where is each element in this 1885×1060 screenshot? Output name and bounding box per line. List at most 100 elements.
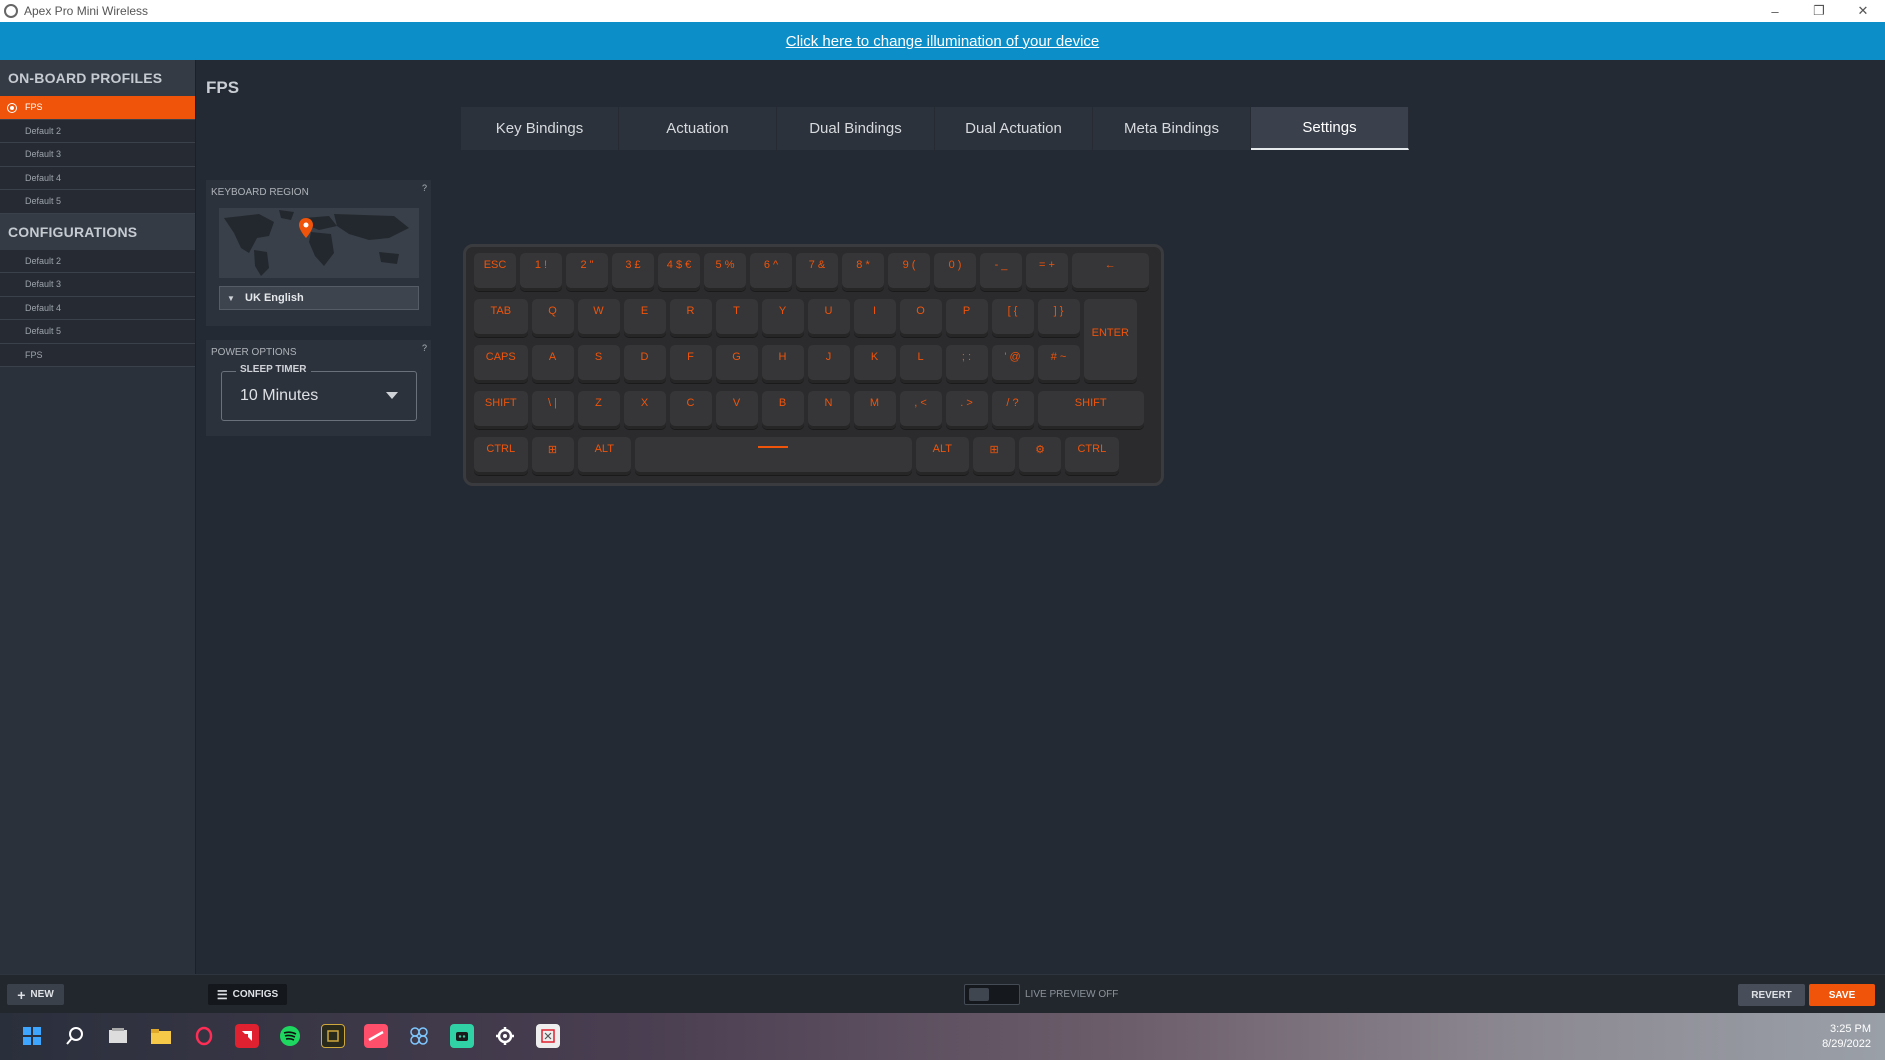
key-0-0[interactable]: ESC (474, 253, 516, 291)
key-3-12[interactable]: SHIFT (1037, 391, 1144, 429)
key-1-7[interactable]: U (807, 299, 850, 337)
key-1-1[interactable]: Q (531, 299, 574, 337)
key-3-1[interactable]: \ | (531, 391, 574, 429)
key-1-3[interactable]: E (623, 299, 666, 337)
profile-item-default-3[interactable]: Default 3 (0, 143, 195, 167)
world-map[interactable] (219, 208, 419, 278)
config-item-default-4[interactable]: Default 4 (0, 296, 195, 320)
key-3-9[interactable]: , < (899, 391, 942, 429)
profile-item-default-5[interactable]: Default 5 (0, 190, 195, 214)
sleep-timer-select[interactable]: SLEEP TIMER 10 Minutes (221, 364, 417, 421)
key-3-10[interactable]: . > (945, 391, 988, 429)
close-button[interactable]: ✕ (1841, 0, 1885, 22)
key-1-2[interactable]: W (577, 299, 620, 337)
key-0-2[interactable]: 2 " (566, 253, 608, 291)
help-icon[interactable]: ? (422, 183, 427, 193)
tab-actuation[interactable]: Actuation (619, 107, 777, 150)
key-0-7[interactable]: 7 & (796, 253, 838, 291)
key-3-7[interactable]: N (807, 391, 850, 429)
key-3-4[interactable]: C (669, 391, 712, 429)
config-item-default-5[interactable]: Default 5 (0, 320, 195, 344)
profile-item-default-4[interactable]: Default 4 (0, 166, 195, 190)
key-0-11[interactable]: - _ (980, 253, 1022, 291)
region-dropdown[interactable]: ▼ UK English (219, 286, 419, 310)
key-0-4[interactable]: 4 $ € (658, 253, 700, 291)
key-3-6[interactable]: B (761, 391, 804, 429)
key-2-12[interactable]: # ~ (1037, 345, 1080, 383)
key-4-2[interactable]: ALT (577, 437, 631, 475)
key-2-8[interactable]: K (853, 345, 896, 383)
app-icon[interactable] (321, 1024, 345, 1048)
tab-settings[interactable]: Settings (1251, 107, 1409, 150)
key-0-6[interactable]: 6 ^ (750, 253, 792, 291)
key-4-7[interactable]: CTRL (1065, 437, 1119, 475)
live-preview-toggle[interactable] (964, 984, 1020, 1005)
profile-item-default-2[interactable]: Default 2 (0, 119, 195, 143)
tab-dual-bindings[interactable]: Dual Bindings (777, 107, 935, 150)
search-icon[interactable] (63, 1024, 87, 1048)
app-icon[interactable] (364, 1024, 388, 1048)
config-item-fps[interactable]: FPS (0, 343, 195, 367)
key-3-5[interactable]: V (715, 391, 758, 429)
save-button[interactable]: SAVE (1809, 984, 1875, 1006)
key-0-10[interactable]: 0 ) (934, 253, 976, 291)
snipping-tool-icon[interactable] (536, 1024, 560, 1048)
task-view-icon[interactable] (106, 1024, 130, 1048)
key-2-4[interactable]: F (669, 345, 712, 383)
key-2-3[interactable]: D (623, 345, 666, 383)
revert-button[interactable]: REVERT (1738, 984, 1805, 1006)
key-0-3[interactable]: 3 £ (612, 253, 654, 291)
key-0-1[interactable]: 1 ! (520, 253, 562, 291)
config-item-default-3[interactable]: Default 3 (0, 273, 195, 297)
key-3-0[interactable]: SHIFT (474, 391, 528, 429)
opera-gx-icon[interactable] (192, 1024, 216, 1048)
config-item-default-2[interactable]: Default 2 (0, 249, 195, 273)
minimize-button[interactable]: – (1753, 0, 1797, 22)
key-0-9[interactable]: 9 ( (888, 253, 930, 291)
change-illumination-link[interactable]: Click here to change illumination of you… (786, 33, 1100, 50)
key-4-3[interactable] (635, 437, 912, 475)
key-1-5[interactable]: T (715, 299, 758, 337)
amd-software-icon[interactable] (235, 1024, 259, 1048)
key-3-3[interactable]: X (623, 391, 666, 429)
key-1-12[interactable]: ] } (1037, 299, 1080, 337)
key-4-4[interactable]: ALT (915, 437, 970, 475)
key-2-6[interactable]: H (761, 345, 804, 383)
key-2-0[interactable]: CAPS (474, 345, 528, 383)
key-3-2[interactable]: Z (577, 391, 620, 429)
key-4-1[interactable]: ⊞ (531, 437, 574, 475)
key-0-8[interactable]: 8 * (842, 253, 884, 291)
key-1-8[interactable]: I (853, 299, 896, 337)
key-2-5[interactable]: G (715, 345, 758, 383)
steelseries-gg-icon[interactable] (493, 1024, 517, 1048)
profile-item-fps[interactable]: FPS (0, 96, 195, 120)
key-4-0[interactable]: CTRL (474, 437, 528, 475)
restore-button[interactable]: ❐ (1797, 0, 1841, 22)
key-1-6[interactable]: Y (761, 299, 804, 337)
key-1-13[interactable]: ENTER (1083, 299, 1137, 383)
key-2-9[interactable]: L (899, 345, 942, 383)
tab-dual-actuation[interactable]: Dual Actuation (935, 107, 1093, 150)
configs-button[interactable]: ☰ CONFIGS (208, 984, 287, 1005)
app-icon[interactable] (407, 1024, 431, 1048)
tab-meta-bindings[interactable]: Meta Bindings (1093, 107, 1251, 150)
key-0-13[interactable]: ← (1072, 253, 1149, 291)
app-icon[interactable] (450, 1024, 474, 1048)
key-2-11[interactable]: ' @ (991, 345, 1034, 383)
key-3-8[interactable]: M (853, 391, 896, 429)
key-4-6[interactable]: ⚙ (1019, 437, 1062, 475)
system-clock[interactable]: 3:25 PM 8/29/2022 (1822, 1022, 1871, 1052)
key-2-1[interactable]: A (531, 345, 574, 383)
spotify-icon[interactable] (278, 1024, 302, 1048)
key-2-7[interactable]: J (807, 345, 850, 383)
new-button[interactable]: + NEW (7, 984, 64, 1005)
key-2-2[interactable]: S (577, 345, 620, 383)
key-1-11[interactable]: [ { (991, 299, 1034, 337)
key-1-10[interactable]: P (945, 299, 988, 337)
windows-start-icon[interactable] (20, 1024, 44, 1048)
key-1-4[interactable]: R (669, 299, 712, 337)
help-icon[interactable]: ? (422, 343, 427, 353)
file-explorer-icon[interactable] (149, 1024, 173, 1048)
key-1-0[interactable]: TAB (474, 299, 528, 337)
key-4-5[interactable]: ⊞ (973, 437, 1016, 475)
